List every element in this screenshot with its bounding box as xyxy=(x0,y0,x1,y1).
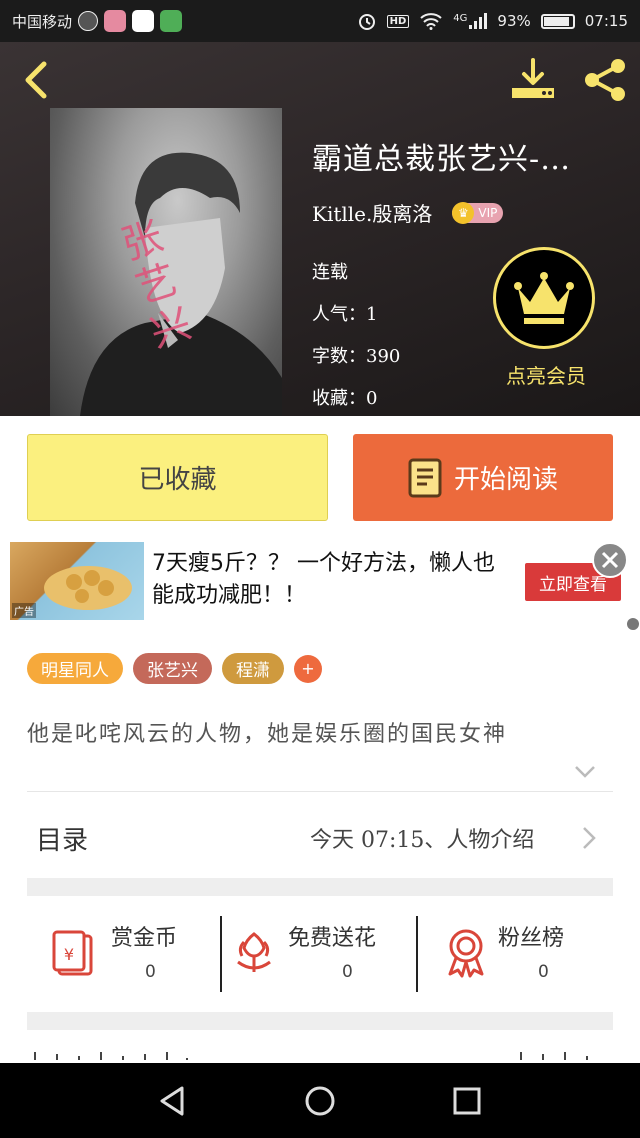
author-row: Kitlle.殷离洛 ♛ VIP xyxy=(312,198,504,227)
add-tag-button[interactable]: + xyxy=(294,654,322,683)
game-notification-icon xyxy=(104,10,127,32)
toc-latest-chapter[interactable]: 今天 07:15、人物介绍 xyxy=(310,822,534,854)
back-button[interactable] xyxy=(16,58,56,102)
share-button[interactable] xyxy=(580,56,630,104)
network-type: 4G xyxy=(453,13,468,24)
stat-divider xyxy=(220,916,222,992)
book-word-count: 字数：390 xyxy=(312,346,401,367)
start-reading-button[interactable]: 开始阅读 xyxy=(353,434,613,521)
medal-icon xyxy=(448,929,484,978)
start-reading-label: 开始阅读 xyxy=(453,465,558,495)
clock: 07:15 xyxy=(584,12,628,30)
battery-icon xyxy=(540,13,575,29)
app-notification-icon xyxy=(78,11,99,31)
tag-list: 明星同人 张艺兴 程潇 + xyxy=(27,653,322,684)
member-button[interactable] xyxy=(493,247,595,349)
alarm-icon xyxy=(358,14,375,30)
book-header: 张艺兴 霸道总裁张艺兴-… Kitlle.殷离洛 ♛ VIP 连载 人气：1 字… xyxy=(0,42,640,416)
close-icon xyxy=(601,551,619,569)
book-description: 他是叱咤风云的人物，她是娱乐圈的国民女神 xyxy=(27,722,508,747)
vip-label: VIP xyxy=(478,205,498,220)
flower-icon xyxy=(237,932,271,972)
hd-badge: HD xyxy=(386,14,410,28)
stat-value: 0 xyxy=(145,962,156,982)
ad-info-icon[interactable] xyxy=(627,618,639,630)
vip-badge: ♛ VIP xyxy=(452,201,504,224)
status-bar: 中国移动 HD 4G 93% 07:15 xyxy=(0,0,640,42)
vip-crown-icon: ♛ xyxy=(452,201,475,224)
nav-home-icon[interactable] xyxy=(303,1084,337,1118)
fan-ranking-item[interactable]: 粉丝榜 0 xyxy=(420,910,613,996)
divider xyxy=(27,791,613,792)
stat-label: 赏金币 xyxy=(111,926,178,951)
book-favorites: 收藏：0 xyxy=(312,388,378,409)
download-icon xyxy=(512,58,554,98)
stat-label: 免费送花 xyxy=(288,926,377,951)
nav-back-icon[interactable] xyxy=(156,1084,190,1118)
book-popularity: 人气：1 xyxy=(312,304,378,325)
signal-bars-icon xyxy=(469,13,488,29)
next-section-peek xyxy=(27,1042,613,1064)
reward-coins-item[interactable]: ¥ 赏金币 0 xyxy=(27,910,221,996)
section-separator xyxy=(27,1012,613,1030)
chevron-right-icon[interactable] xyxy=(582,826,596,850)
svg-text:¥: ¥ xyxy=(64,945,74,964)
member-label[interactable]: 点亮会员 xyxy=(494,360,598,389)
battery-percent: 93% xyxy=(497,12,531,30)
system-nav-bar xyxy=(0,1063,640,1138)
carrier-name: 中国移动 xyxy=(12,12,73,31)
signal-indicator: 4G xyxy=(453,13,488,29)
stat-value: 0 xyxy=(342,962,353,982)
share-icon xyxy=(585,59,625,101)
reader-notification-icon xyxy=(160,10,183,32)
red-envelope-icon: ¥ xyxy=(52,930,93,976)
toc-title[interactable]: 目录 xyxy=(36,820,88,857)
stat-value: 0 xyxy=(538,962,549,982)
ad-image[interactable]: 广告 xyxy=(10,542,144,620)
tag-item[interactable]: 明星同人 xyxy=(27,653,123,684)
ad-text[interactable]: 7天瘦5斤？？ 一个好方法，懒人也能成功减肥！！ xyxy=(152,548,502,612)
wifi-icon xyxy=(420,13,442,30)
collected-label: 已收藏 xyxy=(138,465,217,495)
ad-close-button[interactable] xyxy=(592,542,628,578)
stat-divider xyxy=(416,916,418,992)
download-button[interactable] xyxy=(508,56,558,104)
tag-item[interactable]: 程潇 xyxy=(222,653,284,684)
book-title: 霸道总裁张艺兴-… xyxy=(312,142,572,177)
cropped-content-image xyxy=(34,1052,588,1060)
nav-recents-icon[interactable] xyxy=(450,1084,484,1118)
book-icon xyxy=(408,458,442,497)
section-separator xyxy=(27,878,613,896)
map-notification-icon xyxy=(132,10,155,32)
free-flower-item[interactable]: 免费送花 0 xyxy=(224,910,416,996)
expand-chevron-icon[interactable] xyxy=(574,764,596,780)
back-arrow-icon xyxy=(25,61,47,99)
book-status: 连载 xyxy=(312,262,348,283)
stat-label: 粉丝榜 xyxy=(498,926,565,951)
collected-button[interactable]: 已收藏 xyxy=(27,434,328,521)
ad-tag: 广告 xyxy=(12,603,36,618)
crown-icon xyxy=(514,272,574,324)
book-cover[interactable]: 张艺兴 xyxy=(50,108,282,416)
author-name[interactable]: Kitlle.殷离洛 xyxy=(312,198,432,227)
tag-item[interactable]: 张艺兴 xyxy=(133,653,212,684)
